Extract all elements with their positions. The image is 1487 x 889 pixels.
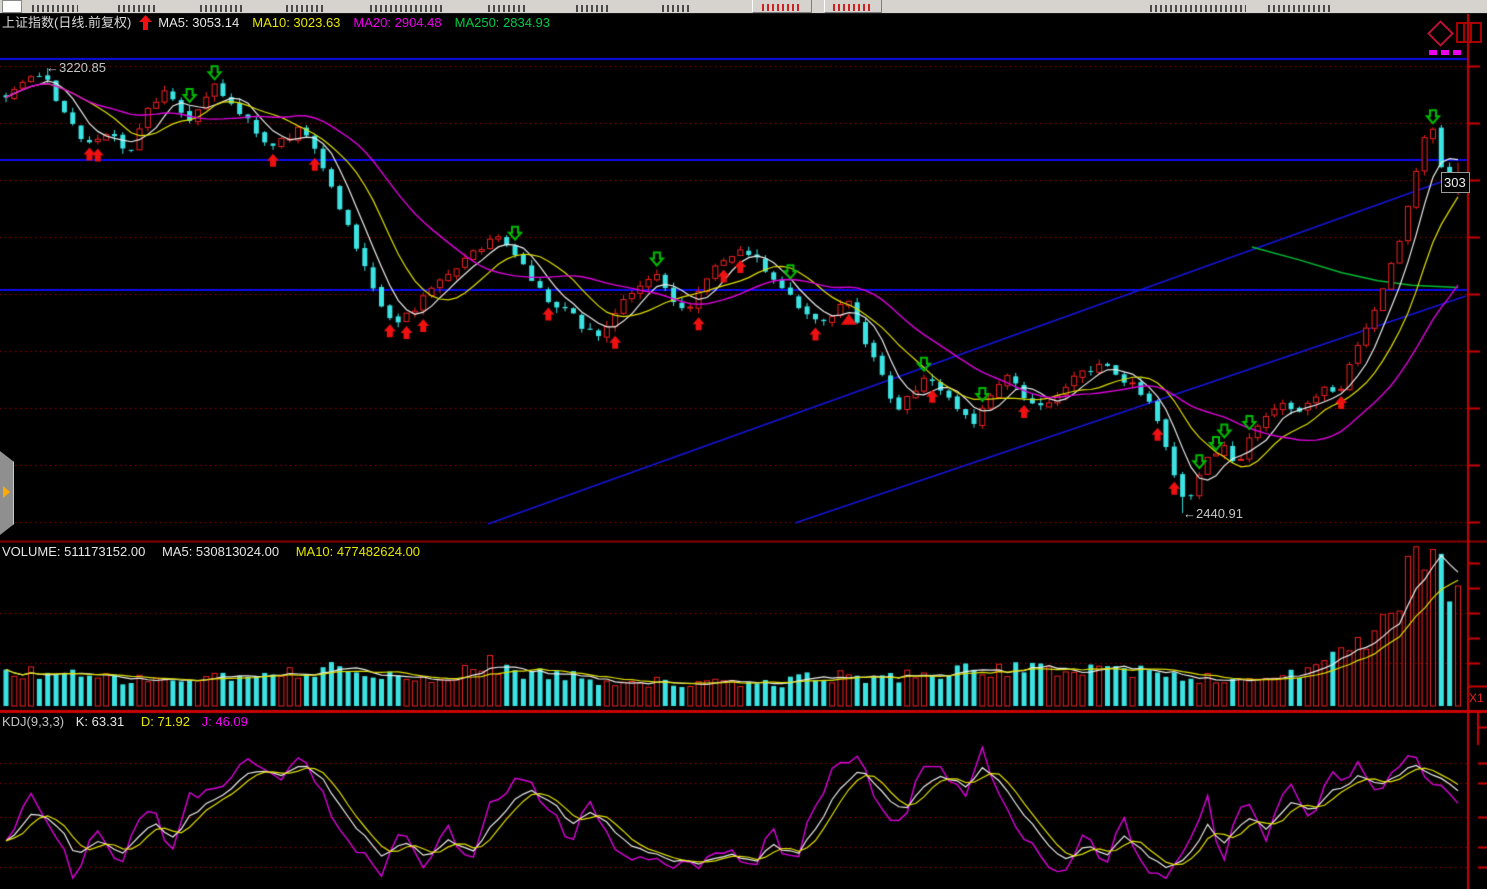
volume-header: VOLUME: 511173152.00 MA5: 530813024.00 M… xyxy=(2,543,420,560)
ma5-value: MA5: 3053.14 xyxy=(158,14,239,31)
menu-item[interactable] xyxy=(488,5,528,12)
menu-item[interactable] xyxy=(662,5,692,12)
last-price-tag: 303 xyxy=(1441,172,1470,193)
kdj-title: KDJ(9,3,3) xyxy=(2,714,64,729)
app-icon xyxy=(2,0,22,13)
status-text xyxy=(1268,5,1332,12)
volume-ma5-value: MA5: 530813024.00 xyxy=(162,544,279,559)
kdj-k-value: K: 63.31 xyxy=(76,714,124,729)
kdj-j-value: J: 46.09 xyxy=(202,714,248,729)
volume-multiplier-label: X1 xyxy=(1469,690,1484,707)
volume-value: VOLUME: 511173152.00 xyxy=(2,544,145,559)
menu-item[interactable] xyxy=(286,5,326,12)
charting-app-window: 上证指数(日线.前复权) MA5: 3053.14 MA10: 3023.63 … xyxy=(0,0,1487,889)
symbol-title: 上证指数(日线.前复权) xyxy=(2,14,131,31)
top-toolbar xyxy=(0,0,1487,14)
more-tools-icon[interactable] xyxy=(1429,50,1461,55)
volume-ma10-value: MA10: 477482624.00 xyxy=(296,544,420,559)
main-chart-header: 上证指数(日线.前复权) MA5: 3053.14 MA10: 3023.63 … xyxy=(2,14,550,31)
menu-item[interactable] xyxy=(370,5,444,12)
ma20-value: MA20: 2904.48 xyxy=(353,14,441,31)
up-arrow-icon xyxy=(139,15,152,30)
ma250-value: MA250: 2834.93 xyxy=(455,14,550,31)
trade-button[interactable] xyxy=(752,0,812,13)
ma10-value: MA10: 3023.63 xyxy=(252,14,340,31)
kdj-d-value: D: 71.92 xyxy=(141,714,190,729)
menu-item[interactable] xyxy=(118,5,158,12)
status-text xyxy=(1150,5,1246,12)
grid-layout-icon[interactable] xyxy=(1456,22,1482,43)
low-price-annotation: ←2440.91 xyxy=(1183,505,1243,522)
menu-item[interactable] xyxy=(32,5,78,12)
expand-arrow-icon xyxy=(3,486,10,498)
sidebar-expand-handle[interactable] xyxy=(0,451,14,535)
menu-item[interactable] xyxy=(576,5,610,12)
menu-item[interactable] xyxy=(200,5,244,12)
chart-canvas[interactable] xyxy=(0,0,1487,889)
order-button[interactable] xyxy=(824,0,882,13)
high-price-annotation: ←3220.85 xyxy=(46,59,106,76)
kdj-header: KDJ(9,3,3) K: 63.31 D: 71.92 J: 46.09 xyxy=(2,713,248,730)
